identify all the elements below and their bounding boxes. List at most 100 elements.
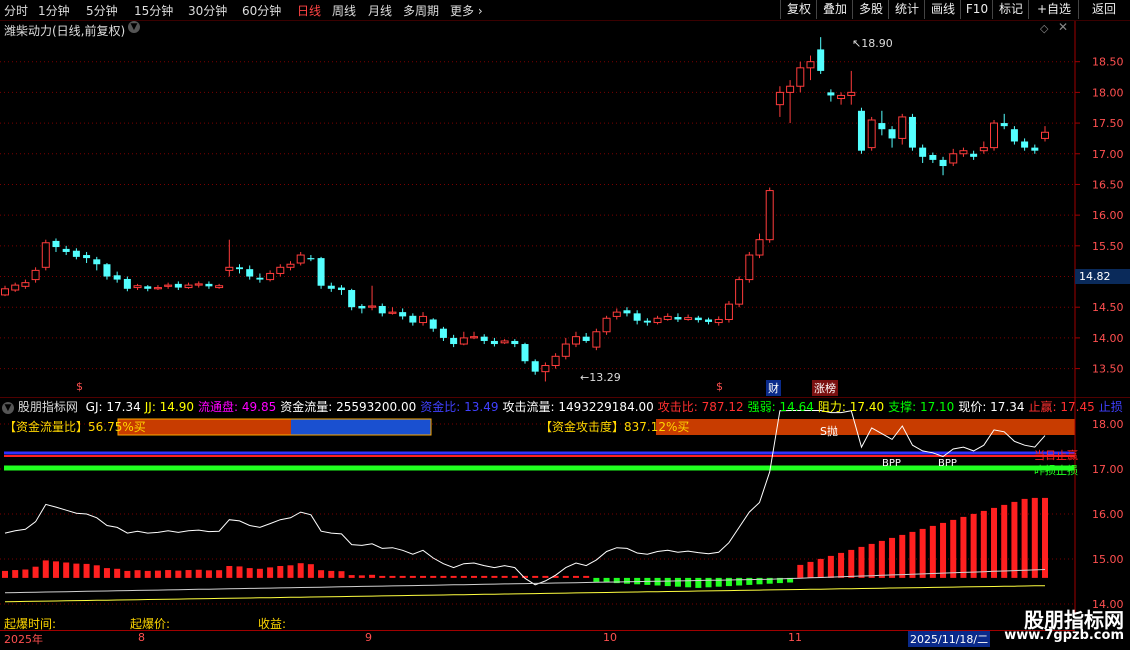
candle-body xyxy=(714,318,723,324)
candle xyxy=(164,282,173,289)
strength-histogram xyxy=(2,497,1048,588)
candle xyxy=(1000,113,1008,130)
candle-body xyxy=(490,340,498,345)
candle-body xyxy=(929,154,937,160)
histogram-bar xyxy=(817,558,824,578)
price-tick-label: 18.00 xyxy=(1092,86,1124,99)
f10-button[interactable]: F10 xyxy=(960,0,993,19)
candle xyxy=(551,353,560,369)
candle xyxy=(970,150,978,160)
attack-label: 【资金攻击度】837.12%买 xyxy=(540,420,690,434)
period-30min[interactable]: 30分钟 xyxy=(188,2,227,19)
candle-body xyxy=(21,282,30,287)
histogram-bar xyxy=(73,563,80,578)
histogram-bar xyxy=(909,531,916,578)
period-5min[interactable]: 5分钟 xyxy=(86,2,118,19)
candle xyxy=(541,362,550,382)
finance-marker[interactable]: 财 xyxy=(766,380,781,396)
candle-body xyxy=(643,320,651,323)
histogram-bar xyxy=(195,569,202,578)
histogram-bar xyxy=(471,575,478,578)
indicator-readouts: GJ: 17.34 JJ: 14.90 流通盘: 49.85 资金流量: 255932… xyxy=(82,400,1123,414)
candle xyxy=(979,141,988,154)
fund-ratio-sell-bar xyxy=(291,419,431,435)
histogram-bar xyxy=(144,570,151,578)
candle-body xyxy=(674,317,682,320)
histogram-bar xyxy=(950,519,957,578)
gain-rank-marker[interactable]: 涨榜 xyxy=(812,380,838,396)
candle-body xyxy=(970,153,978,157)
low-price-value: 13.29 xyxy=(589,371,621,384)
year-label: 2025年 xyxy=(4,633,43,646)
candle-body xyxy=(500,340,509,344)
histogram-bar xyxy=(256,568,263,578)
histogram-bar xyxy=(103,568,110,578)
candle-body xyxy=(256,277,264,280)
candle xyxy=(459,331,468,346)
candle xyxy=(317,256,325,289)
histogram-bar xyxy=(154,570,161,578)
period-1min[interactable]: 1分钟 xyxy=(38,2,70,19)
histogram-bar xyxy=(42,560,49,578)
candle-body xyxy=(93,259,101,265)
price-axis: 18.5018.0017.5017.0016.5016.0015.5015.00… xyxy=(1075,56,1124,376)
main-grid xyxy=(0,61,1075,370)
candle-body xyxy=(236,267,244,270)
histogram-bar xyxy=(746,577,753,585)
back-button[interactable]: 返回 xyxy=(1078,0,1129,19)
period-daily[interactable]: 日线 xyxy=(297,2,321,19)
period-multi[interactable]: 多周期 xyxy=(403,2,439,19)
candle-body xyxy=(41,242,50,268)
candle-body xyxy=(348,290,356,308)
statistics-button[interactable]: 统计 xyxy=(888,0,925,19)
histogram-bar xyxy=(685,577,692,588)
candle xyxy=(612,308,621,320)
candle xyxy=(31,267,40,283)
more-periods-button[interactable]: 更多 › xyxy=(450,2,483,19)
chevron-down-icon[interactable]: ▼ xyxy=(2,401,14,414)
histogram-bar xyxy=(725,577,732,587)
candle-body xyxy=(429,319,437,329)
period-weekly[interactable]: 周线 xyxy=(332,2,356,19)
mark-button[interactable]: 标记 xyxy=(992,0,1029,19)
period-fenshi[interactable]: 分时 xyxy=(4,2,28,19)
close-icon[interactable]: ✕ xyxy=(1058,20,1068,34)
kline-chart[interactable]: 18.5018.0017.5017.0016.5016.0015.5015.00… xyxy=(0,21,1130,397)
overlay-button[interactable]: 叠加 xyxy=(816,0,853,19)
candle-body xyxy=(276,266,285,274)
histogram-bar xyxy=(307,564,314,578)
multi-stock-button[interactable]: 多股 xyxy=(852,0,889,19)
readout-3: 资金流量: 25593200.00 xyxy=(280,400,417,414)
candle-body xyxy=(612,311,621,317)
chevron-down-icon[interactable]: ▼ xyxy=(128,21,140,33)
histogram-bar xyxy=(338,571,345,578)
histogram-bar xyxy=(52,561,59,578)
histogram-bar xyxy=(226,566,233,578)
diamond-icon[interactable]: ◇ xyxy=(1040,22,1048,35)
candle-body xyxy=(205,283,213,287)
draw-line-button[interactable]: 画线 xyxy=(924,0,961,19)
candle-body xyxy=(153,287,162,290)
histogram-bar xyxy=(481,575,488,578)
candle-body xyxy=(378,305,386,314)
candle-body xyxy=(878,123,886,130)
sub-tick-label: 16.00 xyxy=(1092,508,1124,521)
candle xyxy=(144,285,152,292)
candle-body xyxy=(225,266,234,271)
candle xyxy=(419,312,428,326)
histogram-bar xyxy=(124,570,131,578)
period-15min[interactable]: 15分钟 xyxy=(134,2,173,19)
histogram-bar xyxy=(1042,497,1048,578)
period-60min[interactable]: 60分钟 xyxy=(242,2,281,19)
histogram-bar xyxy=(868,543,875,578)
readout-10: 现价: 17.34 xyxy=(958,400,1025,414)
period-monthly[interactable]: 月线 xyxy=(368,2,392,19)
histogram-bar xyxy=(12,570,19,578)
candle-body xyxy=(908,116,916,148)
add-watchlist-button[interactable]: +自选 xyxy=(1028,0,1079,19)
histogram-bar xyxy=(399,575,406,578)
fuquan-button[interactable]: 复权 xyxy=(780,0,817,19)
candle-body xyxy=(806,61,815,69)
candle xyxy=(399,308,407,320)
candle-body xyxy=(123,278,131,289)
